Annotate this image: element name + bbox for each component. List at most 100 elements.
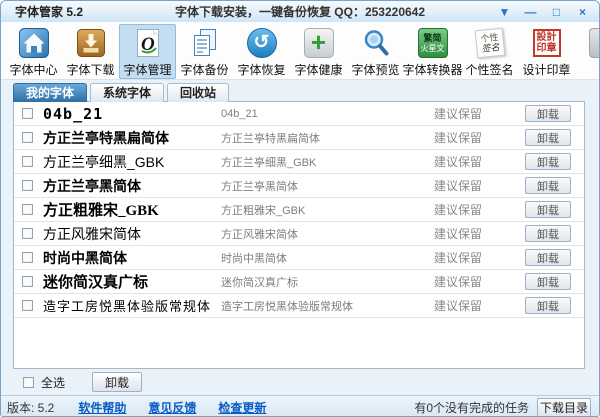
- help-link[interactable]: 软件帮助: [78, 399, 126, 416]
- row-checkbox[interactable]: [22, 276, 33, 287]
- uninstall-button[interactable]: 卸载: [525, 297, 571, 314]
- uninstall-button[interactable]: 卸载: [525, 249, 571, 266]
- main-content: 我的字体 系统字体 回收站 04b_21 04b_21 建议保留 卸载 方正兰亭…: [1, 80, 599, 395]
- toolbar-item-font-download[interactable]: 字体下载: [62, 24, 119, 79]
- signature-paper-icon: 个性 签名: [474, 27, 506, 59]
- toolbar-item-signature[interactable]: 个性 签名 个性签名: [461, 24, 518, 79]
- toolbar-item-label: 字体转换器: [403, 61, 463, 78]
- toolbar-item-font-converter[interactable]: 繁简 火星文 字体转换器: [404, 24, 461, 79]
- row-checkbox[interactable]: [22, 252, 33, 263]
- font-display-name: 04b_21: [43, 105, 221, 123]
- keep-suggestion-label: 建议保留: [434, 105, 512, 122]
- pending-tasks-label: 有0个没有完成的任务: [414, 399, 529, 416]
- toolbar-item-label: 设计印章: [522, 61, 570, 78]
- minimize-icon[interactable]: —: [522, 4, 539, 20]
- toolbar-item-label: 字体备份: [180, 61, 228, 78]
- tab-recycle-bin[interactable]: 回收站: [167, 83, 229, 102]
- keep-suggestion-label: 建议保留: [434, 153, 512, 170]
- keep-suggestion-label: 建议保留: [434, 201, 512, 218]
- title-subtitle: 字体下载安装，一键备份恢复 QQ：253220642: [175, 3, 425, 20]
- restore-icon: ↺: [246, 27, 278, 59]
- font-plain-name: 造字工房悦黑体验版常规体: [221, 298, 434, 314]
- title-bar: 字体管家 5.2 字体下载安装，一键备份恢复 QQ：253220642 ▼ — …: [1, 1, 599, 22]
- font-display-name: 造字工房悦黑体验版常规体: [43, 296, 221, 315]
- toolbar-item-label: 个性签名: [465, 61, 513, 78]
- font-display-name: 方正兰亭特黑扁简体: [43, 128, 221, 148]
- magnifier-icon: [360, 27, 392, 59]
- toolbar-item-font-center[interactable]: 字体中心: [5, 24, 62, 79]
- table-row: 方正风雅宋简体 方正风雅宋简体 建议保留 卸载: [14, 222, 584, 246]
- font-display-name: 时尚中黑简体: [43, 248, 221, 268]
- font-manage-icon: O: [132, 27, 164, 59]
- tab-my-fonts[interactable]: 我的字体: [13, 83, 87, 102]
- table-row: 方正兰亭特黑扁简体 方正兰亭特黑扁简体 建议保留 卸载: [14, 126, 584, 150]
- keep-suggestion-label: 建议保留: [434, 225, 512, 242]
- download-directory-button[interactable]: 下载目录: [537, 398, 591, 417]
- version-label: 版本: 5.2: [7, 399, 54, 416]
- toolbar-item-font-restore[interactable]: ↺ 字体恢复: [233, 24, 290, 79]
- toolbar-item-label: 字体下载: [66, 61, 114, 78]
- uninstall-button[interactable]: 卸载: [525, 201, 571, 218]
- row-checkbox[interactable]: [22, 180, 33, 191]
- row-checkbox[interactable]: [22, 228, 33, 239]
- home-icon: [18, 27, 50, 59]
- download-icon: [75, 27, 107, 59]
- uninstall-button[interactable]: 卸载: [525, 177, 571, 194]
- row-checkbox[interactable]: [22, 204, 33, 215]
- font-display-name: 方正兰亭黑简体: [43, 176, 221, 196]
- font-display-name: 方正风雅宋简体: [43, 224, 221, 244]
- toolbar-item-font-preview[interactable]: 字体预览: [347, 24, 404, 79]
- font-list-panel: 04b_21 04b_21 建议保留 卸载 方正兰亭特黑扁简体 方正兰亭特黑扁简…: [13, 101, 585, 369]
- backup-icon: [189, 27, 221, 59]
- app-window: 字体管家 5.2 字体下载安装，一键备份恢复 QQ：253220642 ▼ — …: [0, 0, 600, 417]
- uninstall-button[interactable]: 卸载: [525, 153, 571, 170]
- row-checkbox[interactable]: [22, 132, 33, 143]
- uninstall-button[interactable]: 卸载: [525, 129, 571, 146]
- toolbar-item-font-manage[interactable]: O 字体管理: [119, 24, 176, 79]
- app-title: 字体管家 5.2: [15, 3, 83, 20]
- row-checkbox[interactable]: [22, 108, 33, 119]
- toolbar-item-label: 字体管理: [123, 61, 171, 78]
- check-update-link[interactable]: 检查更新: [218, 399, 266, 416]
- uninstall-button[interactable]: 卸载: [525, 105, 571, 122]
- toolbar-item-label: 电: [597, 61, 599, 78]
- row-checkbox[interactable]: [22, 300, 33, 311]
- tab-system-fonts[interactable]: 系统字体: [90, 83, 164, 102]
- uninstall-selected-button[interactable]: 卸载: [92, 372, 142, 392]
- table-row: 时尚中黑简体 时尚中黑简体 建议保留 卸载: [14, 246, 584, 270]
- table-row: 造字工房悦黑体验版常规体 造字工房悦黑体验版常规体 建议保留 卸载: [14, 294, 584, 318]
- font-plain-name: 04b_21: [221, 108, 434, 120]
- table-row: 方正兰亭黑简体 方正兰亭黑简体 建议保留 卸载: [14, 174, 584, 198]
- feedback-link[interactable]: 意见反馈: [148, 399, 196, 416]
- toolbar-item-stamp-design[interactable]: 設計 印章 设计印章: [518, 24, 575, 79]
- font-plain-name: 方正兰亭特黑扁简体: [221, 130, 434, 146]
- toolbar-item-label: 字体健康: [294, 61, 342, 78]
- font-display-name: 迷你简汉真广标: [43, 271, 221, 292]
- status-bar: 版本: 5.2 软件帮助 意见反馈 检查更新 有0个没有完成的任务 下载目录: [1, 395, 599, 417]
- select-all-checkbox[interactable]: [23, 377, 34, 388]
- font-plain-name: 方正兰亭细黑_GBK: [221, 154, 434, 170]
- window-controls: ▼ — □ ×: [496, 4, 591, 20]
- list-footer: 全选 卸载: [1, 369, 599, 395]
- uninstall-button[interactable]: 卸载: [525, 273, 571, 290]
- keep-suggestion-label: 建议保留: [434, 249, 512, 266]
- toolbar-item-label: 字体中心: [9, 61, 57, 78]
- maximize-icon[interactable]: □: [548, 4, 565, 20]
- toolbar-item-label: 字体预览: [351, 61, 399, 78]
- row-checkbox[interactable]: [22, 156, 33, 167]
- font-plain-name: 时尚中黑简体: [221, 250, 434, 266]
- clipped-icon: [588, 27, 600, 59]
- tab-bar: 我的字体 系统字体 回收站: [13, 83, 599, 102]
- uninstall-button[interactable]: 卸载: [525, 225, 571, 242]
- toolbar-item-clipped[interactable]: 电: [575, 24, 599, 79]
- font-plain-name: 方正兰亭黑简体: [221, 178, 434, 194]
- table-row: 方正兰亭细黑_GBK 方正兰亭细黑_GBK 建议保留 卸载: [14, 150, 584, 174]
- close-icon[interactable]: ×: [574, 4, 591, 20]
- font-plain-name: 方正风雅宋简体: [221, 226, 434, 242]
- toolbar-item-font-health[interactable]: + 字体健康: [290, 24, 347, 79]
- toolbar-item-font-backup[interactable]: 字体备份: [176, 24, 233, 79]
- font-display-name: 方正兰亭细黑_GBK: [43, 152, 221, 172]
- keep-suggestion-label: 建议保留: [434, 129, 512, 146]
- menu-dropdown-icon[interactable]: ▼: [496, 4, 513, 20]
- select-all-label: 全选: [41, 374, 65, 391]
